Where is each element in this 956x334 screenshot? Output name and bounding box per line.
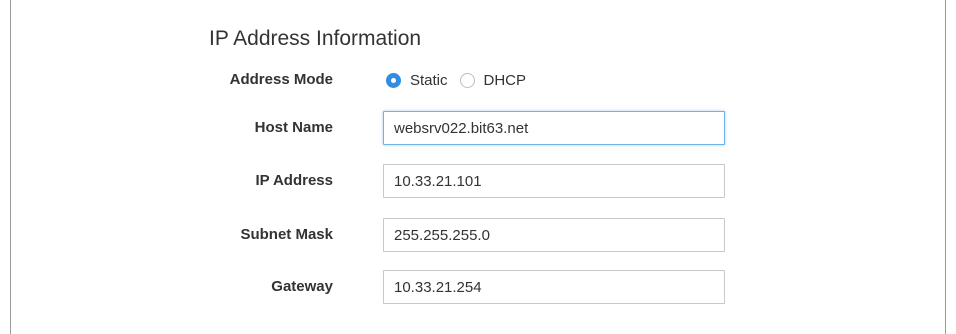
ip-address-row: IP Address	[11, 164, 945, 198]
radio-option-dhcp[interactable]: DHCP	[459, 72, 527, 89]
radio-static-checked-icon[interactable]	[386, 72, 401, 88]
radio-dhcp-unchecked-icon[interactable]	[459, 72, 475, 88]
address-mode-label: Address Mode	[229, 71, 333, 88]
radio-static-label[interactable]: Static	[410, 72, 448, 89]
host-name-input[interactable]	[383, 111, 725, 145]
ip-settings-panel: IP Address Information Address Mode Stat…	[10, 0, 946, 334]
subnet-mask-row: Subnet Mask	[11, 218, 945, 252]
subnet-mask-input[interactable]	[383, 218, 725, 252]
gateway-label: Gateway	[271, 278, 333, 295]
gateway-input[interactable]	[383, 270, 725, 304]
gateway-row: Gateway	[11, 270, 945, 304]
address-mode-row: Address Mode Static DHCP	[11, 63, 945, 97]
section-title: IP Address Information	[209, 27, 422, 50]
host-name-row: Host Name	[11, 111, 945, 145]
ip-address-input[interactable]	[383, 164, 725, 198]
radio-option-static[interactable]: Static	[386, 72, 448, 89]
host-name-label: Host Name	[254, 119, 333, 136]
address-mode-radio-group: Static DHCP	[386, 63, 538, 97]
subnet-mask-label: Subnet Mask	[240, 226, 333, 243]
radio-dhcp-label[interactable]: DHCP	[484, 72, 527, 89]
ip-address-label: IP Address	[255, 172, 333, 189]
